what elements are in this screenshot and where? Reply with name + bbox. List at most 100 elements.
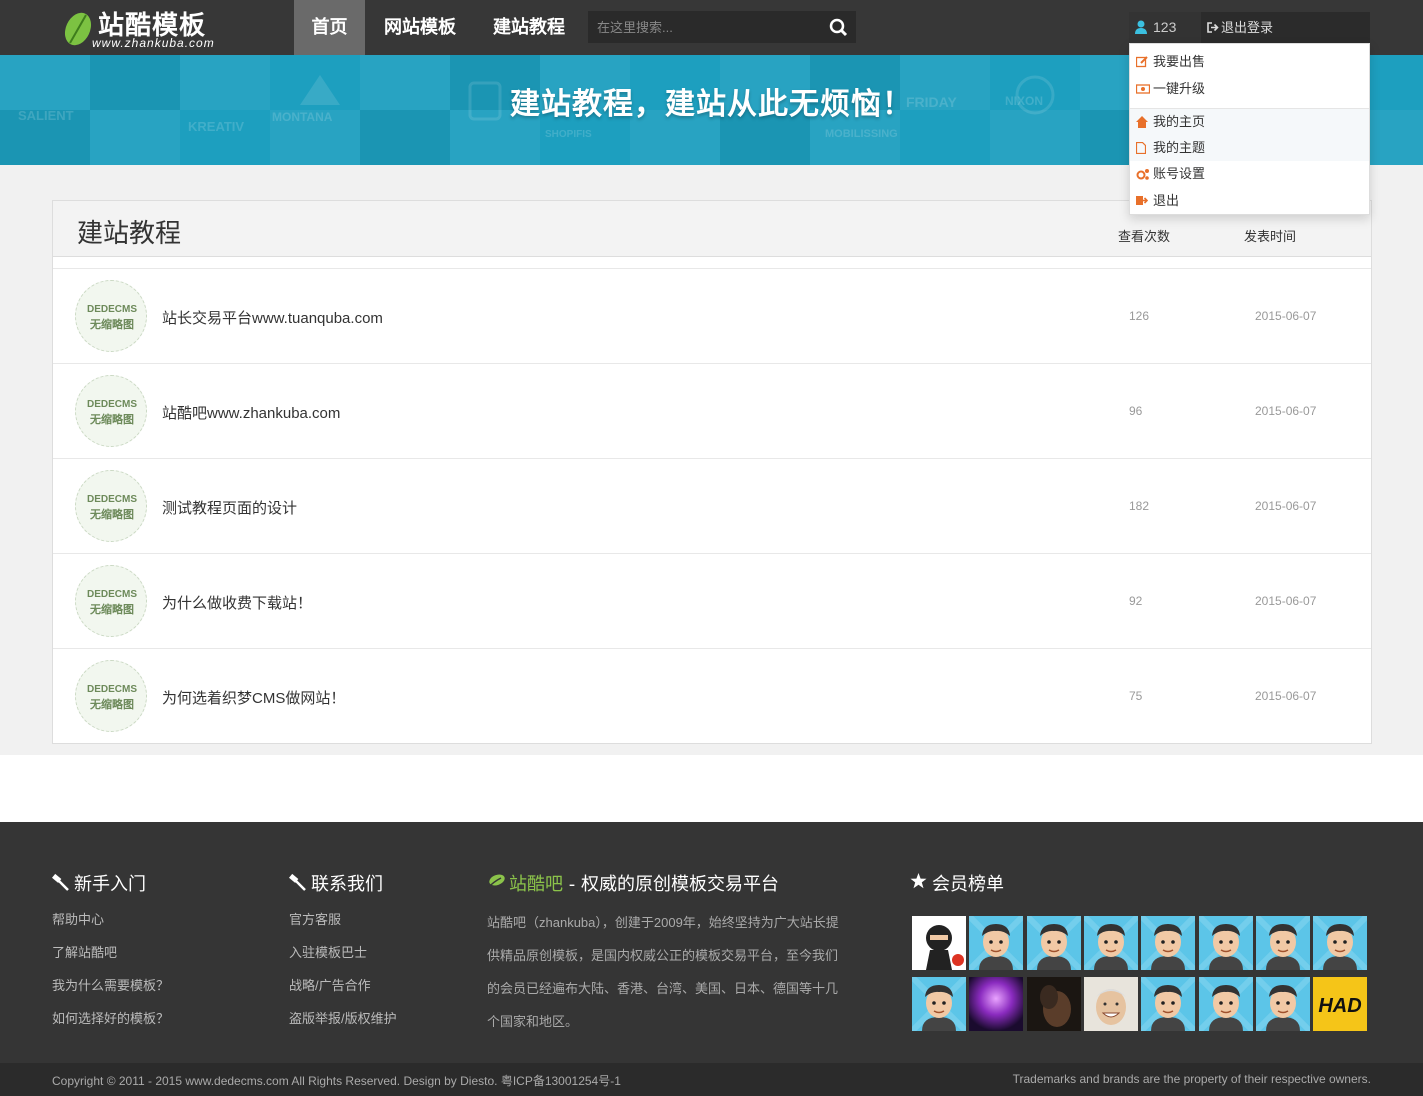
search-icon[interactable] xyxy=(827,16,851,38)
smiling-person-avatar-image xyxy=(1083,977,1138,1031)
footer-link[interactable]: 战略/广告合作 xyxy=(289,975,371,994)
spacer xyxy=(0,755,1423,822)
article-date: 2015-06-07 xyxy=(1255,689,1317,703)
article-thumbnail[interactable]: DEDECMS 无缩略图 xyxy=(75,660,147,732)
article-thumbnail[interactable]: DEDECMS 无缩略图 xyxy=(75,280,147,352)
article-row[interactable]: DEDECMS 无缩略图 为什么做收费下载站！ 92 2015-06-07 xyxy=(53,553,1371,648)
leaf-logo-icon xyxy=(64,12,92,46)
member-avatar[interactable] xyxy=(1255,916,1310,970)
menu-item-exit[interactable]: 退出 xyxy=(1130,188,1369,214)
footer-link[interactable]: 入驻模板巴士 xyxy=(289,942,367,961)
site-footer: 新手入门 帮助中心 了解站酷吧 我为什么需要模板？ 如何选择好的模板？ 联系我们… xyxy=(0,822,1423,1063)
dark-photo-avatar-image xyxy=(1026,977,1081,1031)
purple-galaxy-avatar-image xyxy=(969,977,1024,1031)
footer-link[interactable]: 我为什么需要模板？ xyxy=(52,975,169,994)
sign-out-icon xyxy=(1207,22,1219,33)
article-row[interactable]: DEDECMS 无缩略图 测试教程页面的设计 182 2015-06-07 xyxy=(53,458,1371,553)
svg-text:SHOPIFIS: SHOPIFIS xyxy=(545,129,592,140)
member-avatar[interactable]: HAD xyxy=(1313,977,1368,1031)
cogs-icon xyxy=(1136,169,1149,180)
article-list-panel: 建站教程 查看次数 发表时间 DEDECMS 无缩略图 站长交易平台www.tu… xyxy=(52,200,1372,744)
menu-item-label: 我的主题 xyxy=(1153,140,1206,155)
nav-tutorials[interactable]: 建站教程 xyxy=(475,0,583,55)
member-avatar[interactable] xyxy=(1026,977,1081,1031)
star-icon xyxy=(910,873,927,889)
nav-home[interactable]: 首页 xyxy=(294,0,365,55)
article-row[interactable]: DEDECMS 无缩略图 站长交易平台www.tuanquba.com 126 … xyxy=(53,268,1371,363)
footer-heading-beginner: 新手入门 xyxy=(52,870,146,896)
user-name: 123 xyxy=(1153,19,1177,35)
home-icon xyxy=(1136,116,1148,128)
member-avatar[interactable] xyxy=(1083,916,1138,970)
article-thumbnail[interactable]: DEDECMS 无缩略图 xyxy=(75,565,147,637)
menu-item-settings[interactable]: 账号设置 xyxy=(1130,161,1369,187)
article-title[interactable]: 为何选着织梦CMS做网站！ xyxy=(162,687,345,708)
nav-templates[interactable]: 网站模板 xyxy=(365,0,475,55)
site-logo[interactable]: 站酷模板 www.zhankuba.com xyxy=(60,5,230,51)
trademark-text: Trademarks and brands are the property o… xyxy=(1012,1072,1371,1086)
member-avatar[interactable] xyxy=(1026,916,1081,970)
logo-url: www.zhankuba.com xyxy=(92,36,215,50)
menu-item-label: 我要出售 xyxy=(1153,54,1206,69)
logout-link[interactable]: 退出登录 xyxy=(1205,12,1273,43)
edit-icon xyxy=(1136,56,1148,68)
member-avatar[interactable] xyxy=(1198,916,1253,970)
thumbnail-caption: DEDECMS xyxy=(86,494,137,505)
menu-item-sell[interactable]: 我要出售 xyxy=(1130,49,1369,75)
article-title[interactable]: 站长交易平台www.tuanquba.com xyxy=(162,307,383,328)
user-dropdown-menu: 我要出售 一键升级 我的主页 我的主题 账号设置 退出 xyxy=(1129,43,1370,215)
article-date: 2015-06-07 xyxy=(1255,404,1317,418)
footer-heading-members: 会员榜单 xyxy=(910,870,1004,896)
member-avatar[interactable] xyxy=(969,916,1024,970)
thumbnail-caption: 无缩略图 xyxy=(90,509,134,521)
menu-item-themes[interactable]: 我的主题 xyxy=(1130,135,1369,161)
article-row[interactable]: DEDECMS 无缩略图 为何选着织梦CMS做网站！ 75 2015-06-07 xyxy=(53,648,1371,743)
article-thumbnail[interactable]: DEDECMS 无缩略图 xyxy=(75,470,147,542)
had-logo-avatar-image: HAD xyxy=(1313,977,1368,1031)
member-avatar[interactable] xyxy=(1313,916,1368,970)
cartoon-man-avatar-image xyxy=(1198,916,1253,970)
member-avatar[interactable] xyxy=(912,916,966,970)
bottom-bar: Copyright © 2011 - 2015 www.dedecms.com … xyxy=(0,1063,1423,1096)
member-avatar[interactable] xyxy=(1255,977,1310,1031)
footer-heading-contact: 联系我们 xyxy=(289,870,383,896)
cartoon-man-avatar-image xyxy=(912,977,966,1031)
menu-item-homepage[interactable]: 我的主页 xyxy=(1130,109,1369,135)
sign-out-icon xyxy=(1136,196,1148,205)
menu-item-label: 退出 xyxy=(1153,193,1180,208)
member-avatar[interactable] xyxy=(1141,916,1196,970)
footer-heading-text: - 权威的原创模板交易平台 xyxy=(563,874,779,895)
user-icon xyxy=(1135,20,1147,34)
member-avatar[interactable] xyxy=(1083,977,1138,1031)
member-avatar[interactable] xyxy=(1141,977,1196,1031)
copyright-text: Copyright © 2011 - 2015 www.dedecms.com … xyxy=(52,1074,621,1088)
thumbnail-caption: DEDECMS xyxy=(86,304,137,315)
menu-item-upgrade[interactable]: 一键升级 xyxy=(1130,76,1369,102)
article-title[interactable]: 测试教程页面的设计 xyxy=(162,497,297,518)
user-menu-toggle[interactable]: 123 xyxy=(1129,12,1201,43)
thumbnail-caption: DEDECMS xyxy=(86,589,137,600)
cartoon-man-avatar-image xyxy=(1255,977,1310,1031)
member-avatar[interactable] xyxy=(969,977,1024,1031)
article-title[interactable]: 站酷吧www.zhankuba.com xyxy=(162,402,340,423)
article-views: 92 xyxy=(1129,594,1143,608)
search-input[interactable] xyxy=(589,12,819,42)
footer-link[interactable]: 如何选择好的模板？ xyxy=(52,1008,169,1027)
gavel-icon xyxy=(52,873,69,891)
footer-link[interactable]: 盗版举报/版权维护 xyxy=(289,1008,397,1027)
column-header-views: 查看次数 xyxy=(1118,229,1171,244)
article-title[interactable]: 为什么做收费下载站！ xyxy=(162,592,312,613)
thumbnail-caption: 无缩略图 xyxy=(90,319,134,331)
member-avatar[interactable] xyxy=(912,977,966,1031)
article-row[interactable]: DEDECMS 无缩略图 站酷吧www.zhankuba.com 96 2015… xyxy=(53,363,1371,458)
article-views: 182 xyxy=(1129,499,1150,513)
member-avatar[interactable] xyxy=(1198,977,1253,1031)
footer-link[interactable]: 帮助中心 xyxy=(52,909,104,928)
menu-item-label: 我的主页 xyxy=(1153,114,1206,129)
footer-link[interactable]: 了解站酷吧 xyxy=(52,942,117,961)
cartoon-man-avatar-image xyxy=(1198,977,1253,1031)
article-views: 126 xyxy=(1129,309,1150,323)
page-title: 建站教程 xyxy=(77,219,182,249)
article-thumbnail[interactable]: DEDECMS 无缩略图 xyxy=(75,375,147,447)
footer-link[interactable]: 官方客服 xyxy=(289,909,341,928)
